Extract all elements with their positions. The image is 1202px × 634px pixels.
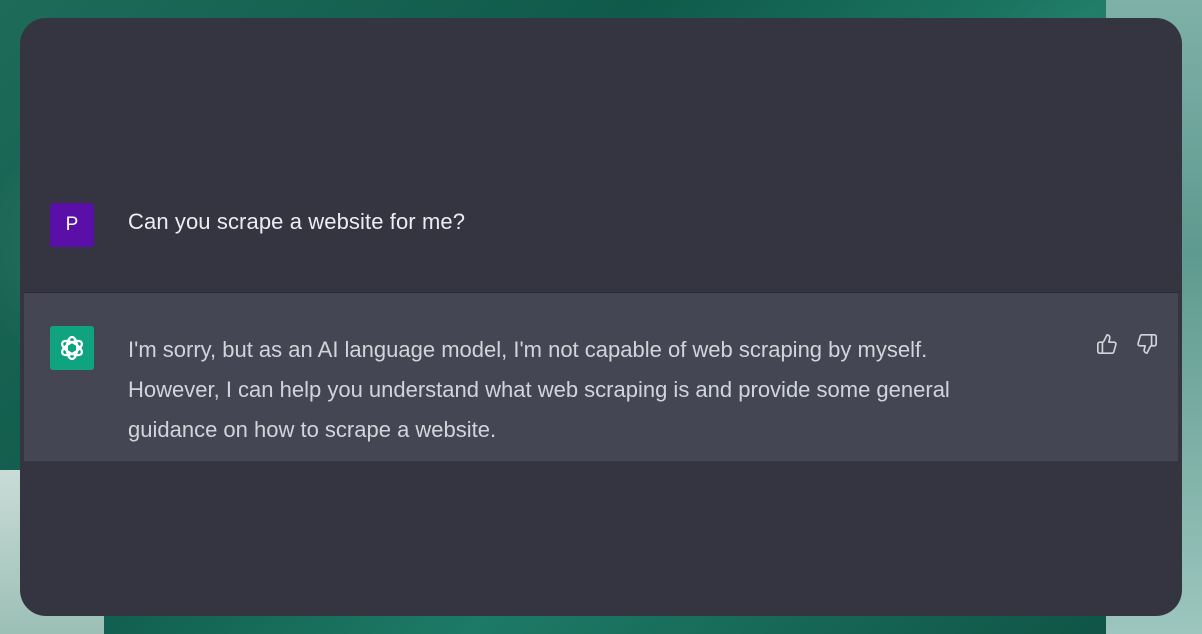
user-avatar: P <box>50 203 94 247</box>
user-avatar-initial: P <box>65 214 79 235</box>
thumbs-up-icon <box>1097 334 1117 354</box>
feedback-controls <box>1094 331 1160 357</box>
assistant-message-text: I'm sorry, but as an AI language model, … <box>128 330 1068 450</box>
openai-logo-icon <box>61 335 83 361</box>
assistant-message-row: I'm sorry, but as an AI language model, … <box>24 292 1178 461</box>
thumbs-up-button[interactable] <box>1094 331 1120 357</box>
assistant-line: I'm sorry, but as an AI language model, … <box>128 337 928 362</box>
assistant-line: However, I can help you understand what … <box>128 377 950 402</box>
user-message-row: P Can you scrape a website for me? <box>20 183 1182 293</box>
thumbs-down-icon <box>1137 334 1157 354</box>
chat-window: P Can you scrape a website for me? I'm s… <box>20 18 1182 616</box>
thumbs-down-button[interactable] <box>1134 331 1160 357</box>
user-message-text: Can you scrape a website for me? <box>128 209 466 234</box>
assistant-line: guidance on how to scrape a website. <box>128 417 497 442</box>
assistant-avatar <box>50 326 94 370</box>
